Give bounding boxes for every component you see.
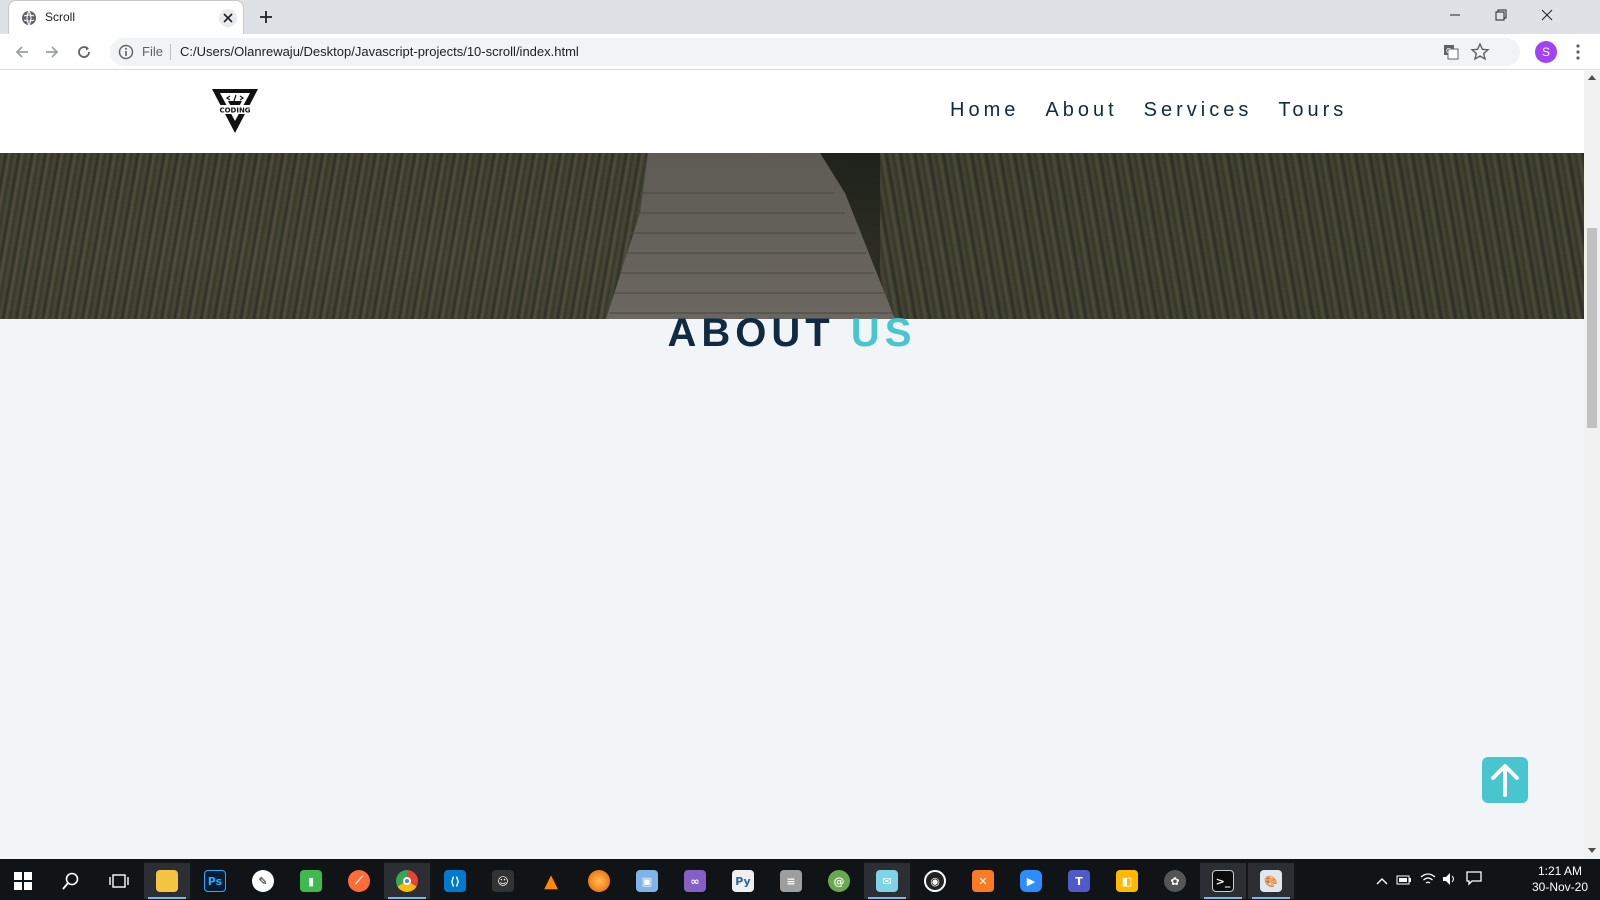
- close-tab-icon[interactable]: [219, 9, 237, 27]
- page-viewport: CODING Home About Services Tours ABOUT U…: [0, 71, 1584, 859]
- close-window-icon[interactable]: [1524, 0, 1570, 30]
- arrow-up-icon: [1491, 764, 1519, 797]
- search-icon[interactable]: [48, 863, 94, 899]
- restore-icon[interactable]: [1478, 0, 1524, 30]
- chrome-icon[interactable]: [384, 863, 430, 899]
- taskbar-clock[interactable]: 1:21 AM 30-Nov-20: [1520, 863, 1600, 895]
- paint-icon[interactable]: 🎨: [1248, 863, 1294, 899]
- postman-icon[interactable]: ⟋: [336, 863, 382, 899]
- profile-avatar[interactable]: S: [1535, 41, 1557, 63]
- chameleon-icon[interactable]: @: [816, 863, 862, 899]
- scroll-top-button[interactable]: [1482, 757, 1528, 803]
- nav-links: Home About Services Tours: [950, 99, 1373, 122]
- mail-icon[interactable]: ✉: [864, 863, 910, 899]
- minimize-icon[interactable]: [1432, 0, 1478, 30]
- wifi-icon[interactable]: [1420, 871, 1436, 890]
- davinci-icon[interactable]: ✿: [1152, 863, 1198, 899]
- database-icon[interactable]: ≡: [768, 863, 814, 899]
- hero-banner-image: [0, 153, 1584, 319]
- nav-link-home[interactable]: Home: [950, 99, 1019, 122]
- clock-date: 30-Nov-20: [1531, 880, 1589, 894]
- windows-taskbar: Ps ✎ ▮ ⟋ ⟨⟩ ☺ ▲ ▣ ∞ Py ≡ @ ✉ ◉ ✕ ▶ T ◧ ✿…: [0, 859, 1600, 900]
- nav-link-services[interactable]: Services: [1144, 99, 1253, 122]
- browser-toolbar: File C:/Users/Olanrewaju/Desktop/Javascr…: [0, 34, 1600, 70]
- xampp-icon[interactable]: ✕: [960, 863, 1006, 899]
- tab-title: Scroll: [45, 10, 76, 24]
- terminal-icon[interactable]: >_: [1200, 863, 1246, 899]
- virtualbox-icon[interactable]: ▣: [624, 863, 670, 899]
- clock-time: 1:21 AM: [1537, 864, 1583, 878]
- about-heading: ABOUT US: [0, 311, 1584, 356]
- reload-icon[interactable]: [72, 40, 96, 64]
- svg-text:G: G: [1446, 47, 1451, 55]
- browser-tab-bar: Scroll: [0, 0, 1600, 34]
- vlc-icon[interactable]: ▲: [528, 863, 574, 899]
- scroll-down-arrow-icon[interactable]: [1588, 848, 1596, 853]
- teams-icon[interactable]: T: [1056, 863, 1102, 899]
- photoshop-icon[interactable]: Ps: [192, 863, 238, 899]
- url-separator: [170, 44, 171, 60]
- sublime-merge-icon[interactable]: ▮: [288, 863, 334, 899]
- obs-icon[interactable]: ◉: [912, 863, 958, 899]
- task-view-icon[interactable]: [96, 863, 142, 899]
- url-scheme-label: File: [142, 44, 163, 59]
- firefox-icon[interactable]: [576, 863, 622, 899]
- scrollbar-thumb[interactable]: [1587, 228, 1597, 428]
- start-icon[interactable]: [0, 863, 46, 899]
- battery-icon[interactable]: [1396, 871, 1412, 890]
- info-icon[interactable]: [118, 44, 134, 60]
- address-bar[interactable]: File C:/Users/Olanrewaju/Desktop/Javascr…: [110, 38, 1520, 66]
- visual-studio-icon[interactable]: ∞: [672, 863, 718, 899]
- paint-3d-icon[interactable]: ◧: [1104, 863, 1150, 899]
- boardwalk-path: [606, 153, 895, 319]
- inkscape-icon[interactable]: ✎: [240, 863, 286, 899]
- back-arrow-icon[interactable]: [10, 40, 34, 64]
- file-explorer-icon[interactable]: [144, 863, 190, 899]
- vscode-icon[interactable]: ⟨⟩: [432, 863, 478, 899]
- about-heading-accent: US: [850, 311, 917, 355]
- forward-arrow-icon[interactable]: [40, 40, 64, 64]
- chevron-up-icon[interactable]: [1376, 871, 1388, 890]
- svg-text:CODING: CODING: [219, 107, 250, 115]
- site-navbar: CODING Home About Services Tours: [0, 71, 1584, 153]
- new-tab-button[interactable]: [254, 5, 278, 29]
- scroll-up-arrow-icon[interactable]: [1588, 75, 1596, 80]
- zoom-icon[interactable]: ▶: [1008, 863, 1054, 899]
- about-heading-main: ABOUT: [667, 311, 835, 355]
- browser-tab[interactable]: Scroll: [8, 0, 244, 34]
- nav-link-about[interactable]: About: [1045, 99, 1117, 122]
- globe-icon: [22, 10, 36, 26]
- volume-icon[interactable]: [1442, 871, 1458, 890]
- url-text[interactable]: C:/Users/Olanrewaju/Desktop/Javascript-p…: [180, 44, 579, 59]
- ghost-app-icon[interactable]: ☺: [480, 863, 526, 899]
- page-scrollbar[interactable]: [1584, 71, 1600, 859]
- python-idle-icon[interactable]: Py: [720, 863, 766, 899]
- bookmark-star-icon[interactable]: [1470, 42, 1490, 62]
- notification-icon[interactable]: [1466, 870, 1482, 890]
- nav-link-tours[interactable]: Tours: [1278, 99, 1347, 122]
- coding-logo[interactable]: CODING: [210, 87, 260, 135]
- menu-kebab-icon[interactable]: [1568, 42, 1588, 62]
- translate-icon[interactable]: G: [1442, 43, 1460, 61]
